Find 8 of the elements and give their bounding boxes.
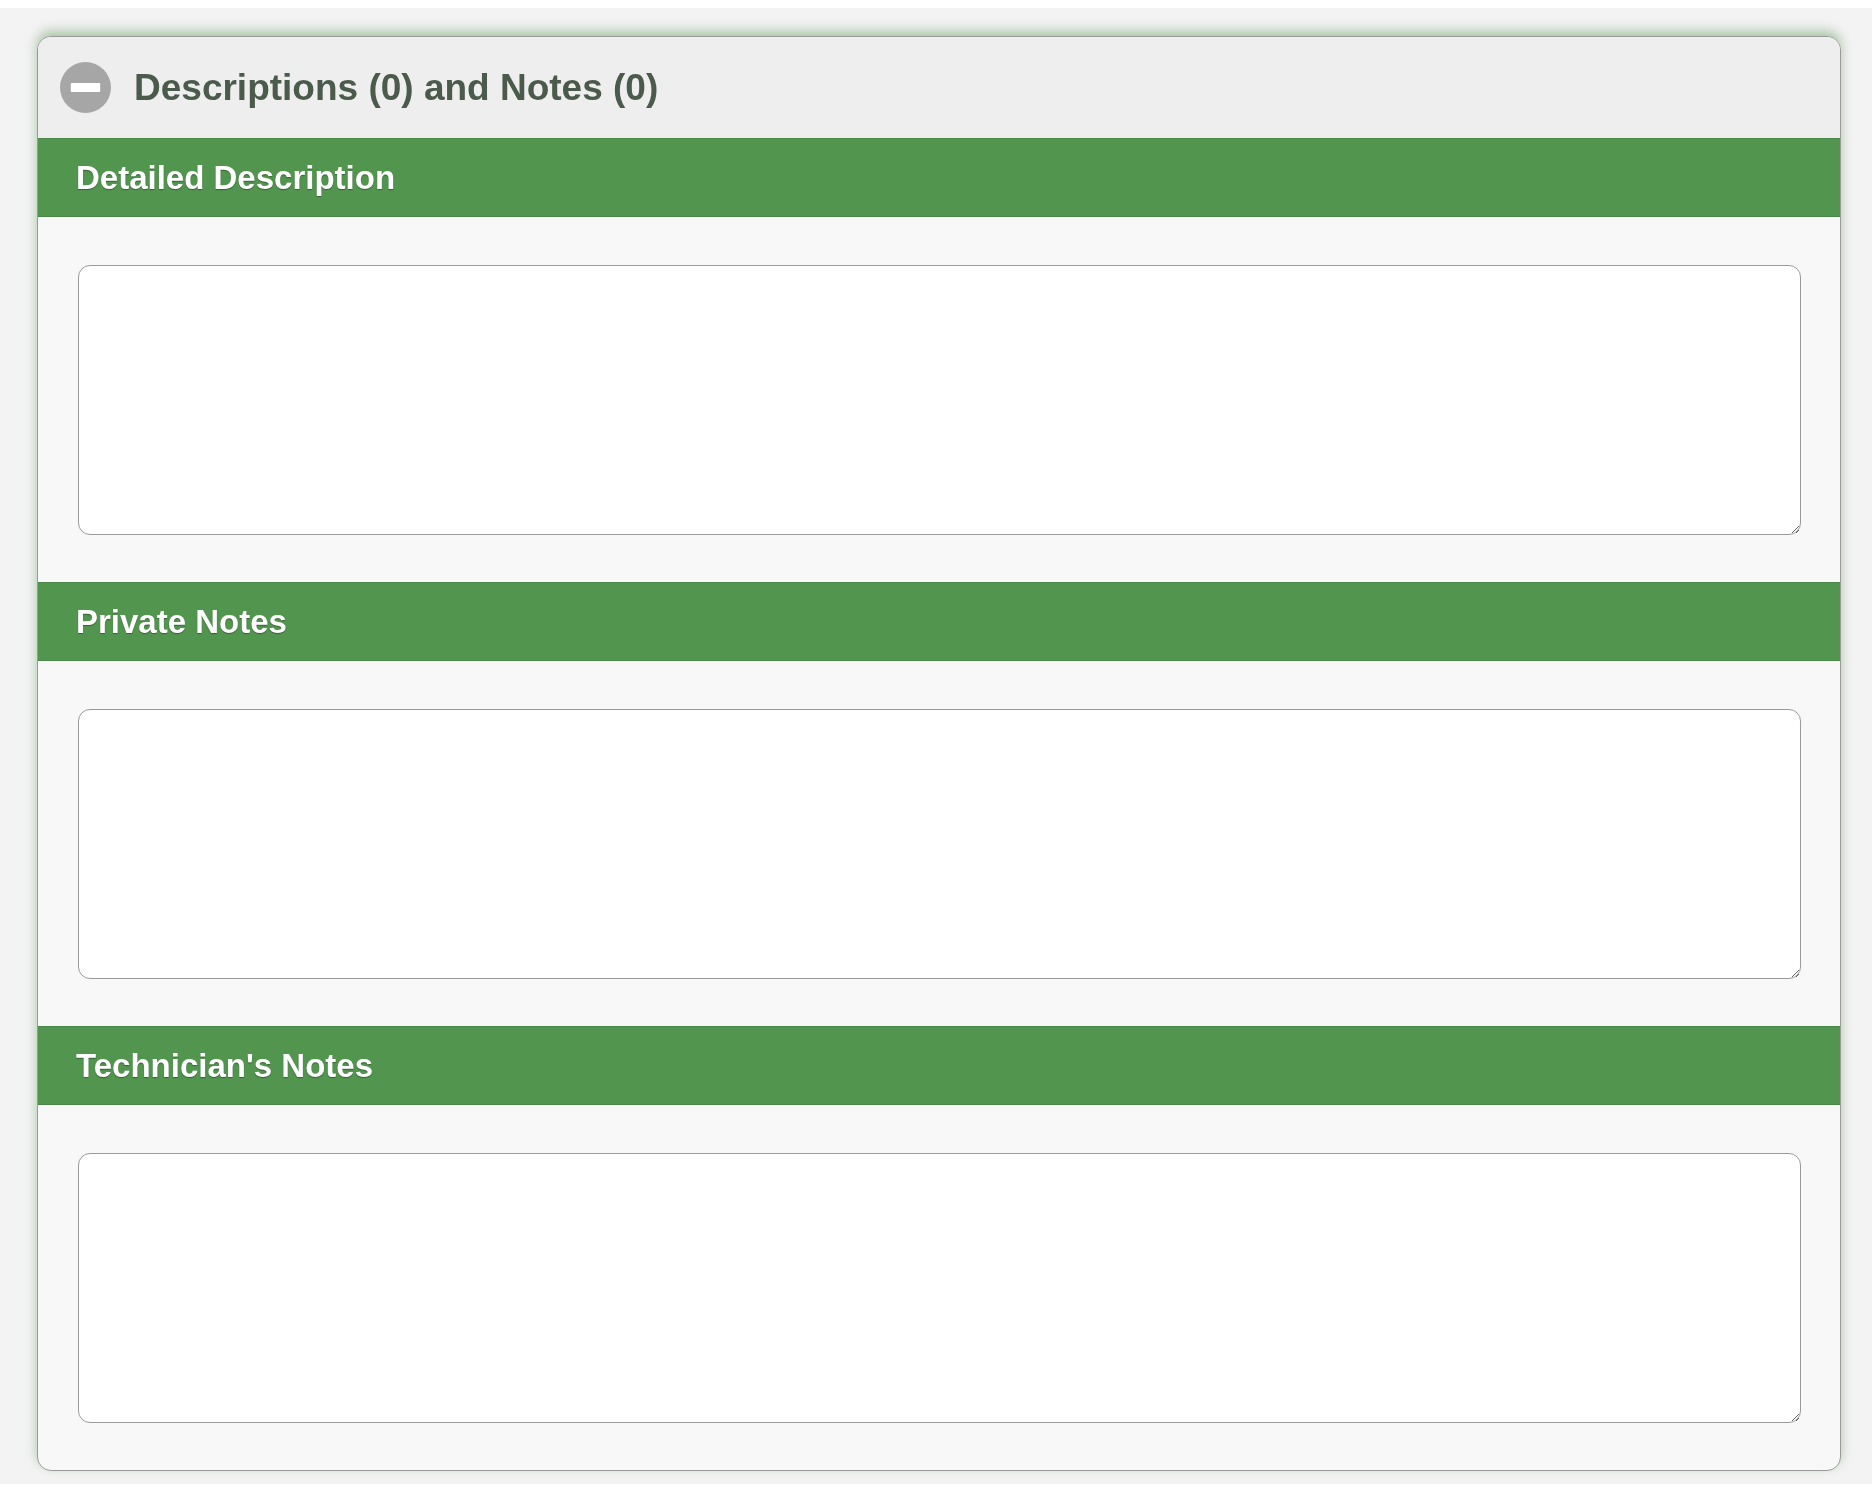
section-heading: Private Notes <box>76 602 287 641</box>
notes-textarea[interactable] <box>78 709 1801 979</box>
section-heading: Detailed Description <box>76 158 396 197</box>
notes-textarea[interactable] <box>78 265 1801 535</box>
section-heading: Technician's Notes <box>76 1046 373 1085</box>
notes-textarea[interactable] <box>78 1153 1801 1423</box>
minus-circle-icon[interactable] <box>60 62 111 113</box>
panel-title: Descriptions (0) and Notes (0) <box>134 66 659 109</box>
